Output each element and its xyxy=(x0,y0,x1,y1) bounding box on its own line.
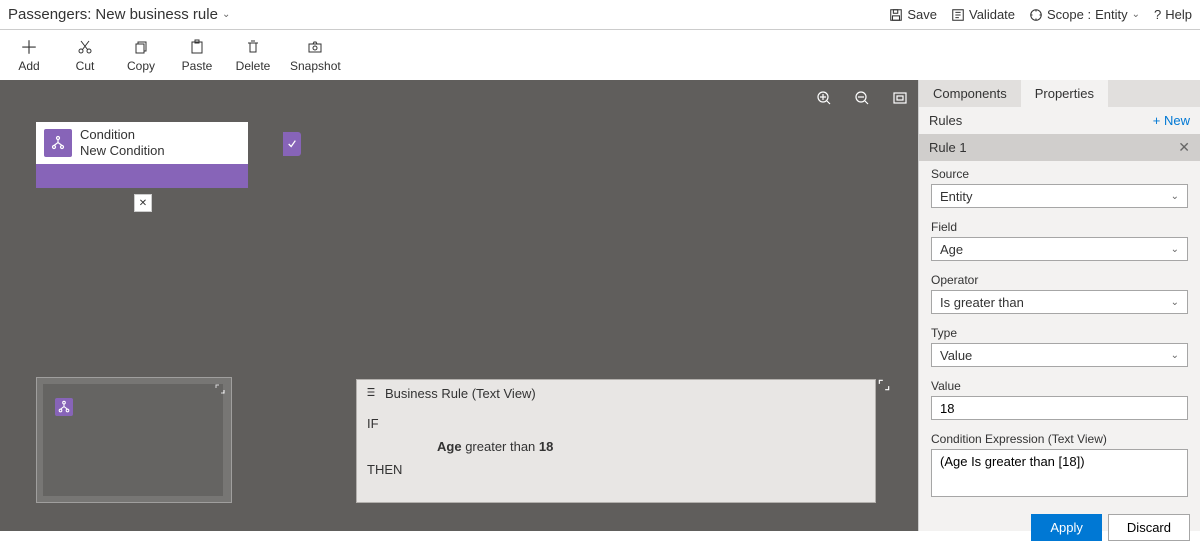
snapshot-label: Snapshot xyxy=(290,59,341,73)
cut-icon xyxy=(75,37,95,57)
chevron-down-icon: ⌄ xyxy=(1171,244,1179,255)
field-select[interactable]: Age ⌄ xyxy=(931,237,1188,261)
expression-textarea[interactable] xyxy=(931,449,1188,497)
add-button[interactable]: Add xyxy=(10,37,48,73)
operator-select[interactable]: Is greater than ⌄ xyxy=(931,290,1188,314)
designer-canvas[interactable]: Condition New Condition ✕ xyxy=(0,80,918,531)
paste-label: Paste xyxy=(182,59,213,73)
help-label: Help xyxy=(1165,7,1192,22)
chevron-down-icon: ⌄ xyxy=(1132,9,1140,20)
operator-value: Is greater than xyxy=(940,295,1024,310)
if-keyword: IF xyxy=(367,416,407,431)
type-value: Value xyxy=(940,348,972,363)
business-rule-text-view: Business Rule (Text View) IF Age greater… xyxy=(356,379,876,503)
copy-label: Copy xyxy=(127,59,155,73)
condition-icon xyxy=(44,129,72,157)
scope-icon xyxy=(1029,8,1043,22)
textview-title: Business Rule (Text View) xyxy=(385,386,536,401)
cut-label: Cut xyxy=(76,59,95,73)
plus-icon xyxy=(19,37,39,57)
zoom-out-button[interactable] xyxy=(852,88,872,108)
value-input[interactable] xyxy=(931,396,1188,420)
scope-label: Scope : xyxy=(1047,7,1091,22)
paste-button[interactable]: Paste xyxy=(178,37,216,73)
save-button[interactable]: Save xyxy=(889,7,937,22)
zoom-in-button[interactable] xyxy=(814,88,834,108)
help-icon: ? xyxy=(1154,7,1161,22)
chevron-down-icon: ⌄ xyxy=(1171,350,1179,361)
source-label: Source xyxy=(931,167,1188,181)
apply-button[interactable]: Apply xyxy=(1031,514,1102,541)
expression-label: Condition Expression (Text View) xyxy=(931,432,1188,446)
chevron-down-icon: ⌄ xyxy=(1171,297,1179,308)
validate-button[interactable]: Validate xyxy=(951,7,1015,22)
value-label: Value xyxy=(931,379,1188,393)
validate-icon xyxy=(951,8,965,22)
help-button[interactable]: ? Help xyxy=(1154,7,1192,22)
page-title[interactable]: Passengers: New business rule ⌄ xyxy=(8,6,230,23)
then-keyword: THEN xyxy=(367,462,407,477)
field-value: Age xyxy=(940,242,963,257)
minimap-viewport xyxy=(43,384,223,496)
node-name-label: New Condition xyxy=(80,143,165,159)
cut-button[interactable]: Cut xyxy=(66,37,104,73)
delete-label: Delete xyxy=(236,59,271,73)
field-label: Field xyxy=(931,220,1188,234)
delete-icon xyxy=(243,37,263,57)
node-type-label: Condition xyxy=(80,127,165,143)
rules-label: Rules xyxy=(929,113,962,128)
minimap[interactable] xyxy=(36,377,232,503)
camera-icon xyxy=(305,37,325,57)
scope-value: Entity xyxy=(1095,7,1128,22)
panel-tabs: Components Properties xyxy=(919,80,1200,107)
main-area: Condition New Condition ✕ xyxy=(0,80,1200,531)
delete-button[interactable]: Delete xyxy=(234,37,272,73)
validate-label: Validate xyxy=(969,7,1015,22)
operator-label: Operator xyxy=(931,273,1188,287)
tab-properties[interactable]: Properties xyxy=(1021,80,1108,107)
canvas-controls xyxy=(814,88,910,108)
side-panel: Components Properties Rules + New Rule 1… xyxy=(918,80,1200,531)
node-footer-bar xyxy=(36,164,248,188)
list-icon xyxy=(365,386,377,401)
toolbar: Add Cut Copy Paste Delete Snapshot xyxy=(0,30,1200,80)
type-select[interactable]: Value ⌄ xyxy=(931,343,1188,367)
entity-prefix: Passengers: xyxy=(8,6,91,23)
rules-header: Rules + New xyxy=(919,107,1200,134)
header-bar: Passengers: New business rule ⌄ Save Val… xyxy=(0,0,1200,30)
paste-icon xyxy=(187,37,207,57)
tab-components[interactable]: Components xyxy=(919,80,1021,107)
condition-node-header: Condition New Condition xyxy=(36,122,248,164)
save-icon xyxy=(889,8,903,22)
scope-selector[interactable]: Scope : Entity ⌄ xyxy=(1029,7,1140,22)
rule-header[interactable]: Rule 1 ✕ xyxy=(919,134,1200,161)
add-label: Add xyxy=(18,59,39,73)
header-actions: Save Validate Scope : Entity ⌄ ? Help xyxy=(889,7,1192,22)
type-label: Type xyxy=(931,326,1188,340)
source-value: Entity xyxy=(940,189,973,204)
condition-node[interactable]: Condition New Condition ✕ xyxy=(36,122,248,188)
textview-expand-button[interactable] xyxy=(875,376,893,394)
node-false-branch[interactable]: ✕ xyxy=(134,194,152,212)
chevron-down-icon: ⌄ xyxy=(222,9,230,20)
rule-delete-button[interactable]: ✕ xyxy=(1178,139,1190,156)
copy-button[interactable]: Copy xyxy=(122,37,160,73)
chevron-down-icon: ⌄ xyxy=(1171,191,1179,202)
fit-screen-button[interactable] xyxy=(890,88,910,108)
save-label: Save xyxy=(907,7,937,22)
discard-button[interactable]: Discard xyxy=(1108,514,1190,541)
minimap-node-icon xyxy=(55,398,73,416)
new-rule-button[interactable]: + New xyxy=(1153,113,1190,128)
snapshot-button[interactable]: Snapshot xyxy=(290,37,341,73)
node-true-branch[interactable] xyxy=(283,132,301,156)
rule-name-label: Rule 1 xyxy=(929,140,967,155)
copy-icon xyxy=(131,37,151,57)
rule-name: New business rule xyxy=(95,6,218,23)
textview-header: Business Rule (Text View) xyxy=(357,380,875,406)
panel-footer: Apply Discard xyxy=(919,506,1200,549)
expression-text: Age greater than 18 xyxy=(437,439,553,454)
source-select[interactable]: Entity ⌄ xyxy=(931,184,1188,208)
